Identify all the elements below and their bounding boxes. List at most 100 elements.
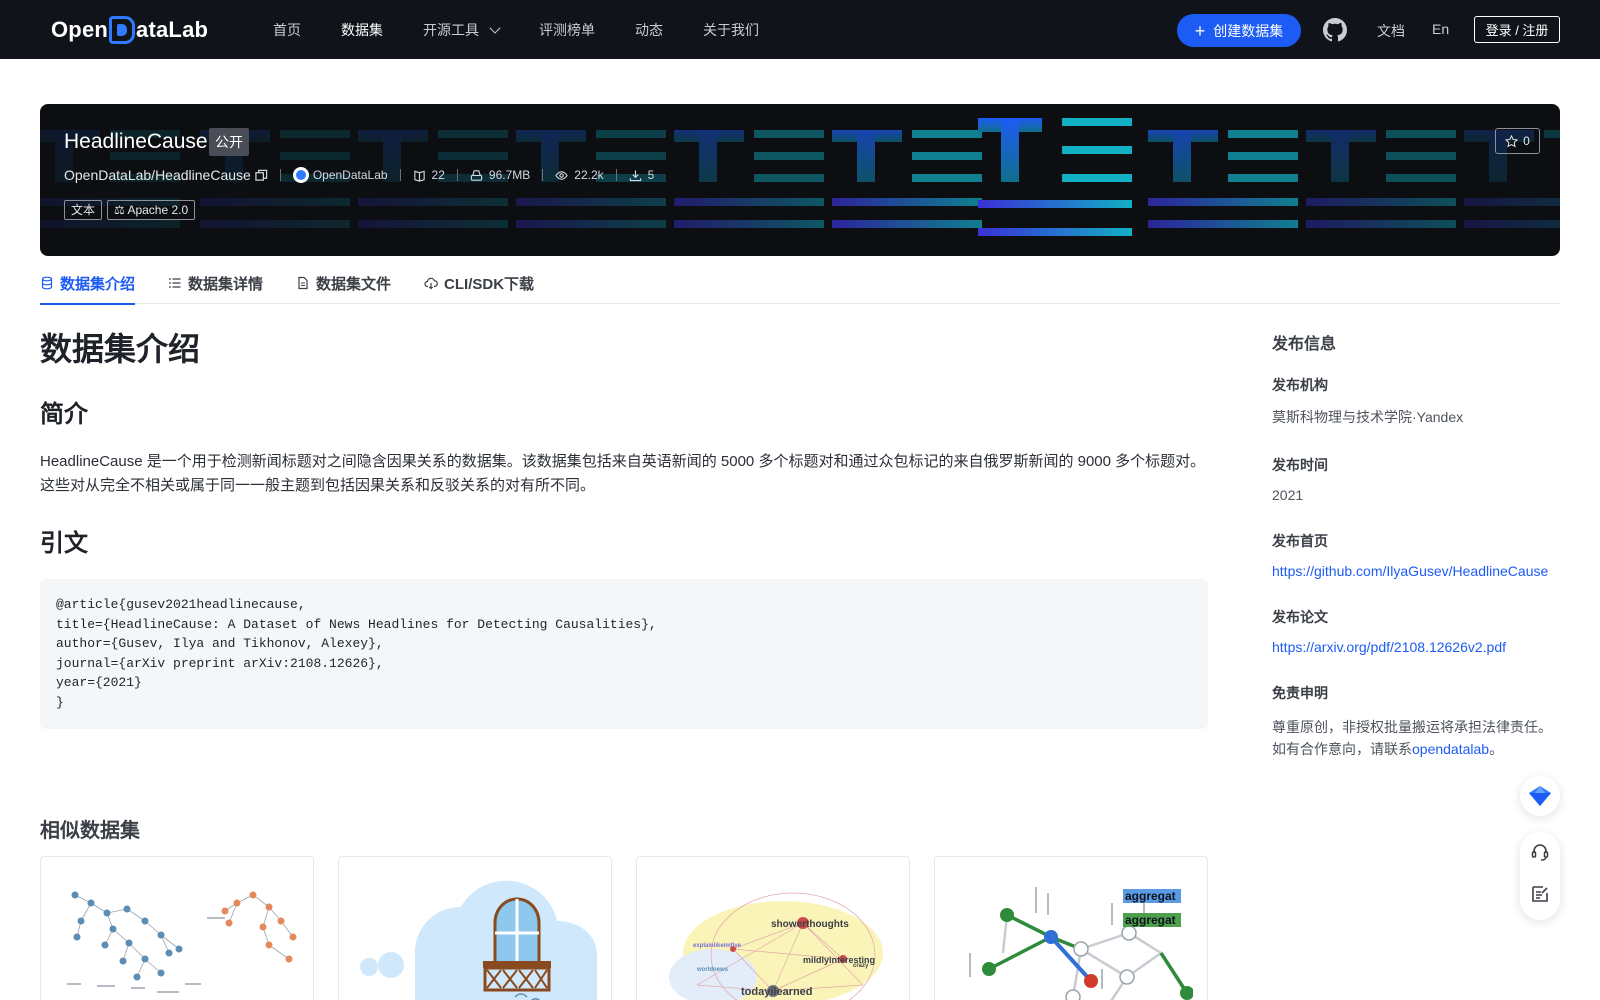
list-icon	[169, 278, 181, 288]
tab-files-label: 数据集文件	[316, 275, 392, 293]
meta-divider	[399, 169, 401, 181]
word-graph-thumbnail: showerthoughts mildlyinteresting todayil…	[669, 892, 883, 1000]
tab-cli-sdk-label: CLI/SDK下载	[444, 275, 535, 293]
homepage-link[interactable]: https://github.com/IlyaGusev/HeadlineCau…	[1272, 563, 1572, 579]
nav-item-leaderboard[interactable]: 评测榜单	[539, 20, 595, 40]
star-button[interactable]: 0	[1495, 128, 1540, 154]
star-count: 0	[1523, 134, 1530, 148]
dataset-banner: HeadlineCause 公开 OpenDataLab/HeadlineCau…	[40, 104, 1560, 256]
storage-icon	[470, 169, 483, 181]
visibility-badge: 公开	[209, 128, 249, 156]
nav-item-datasets[interactable]: 数据集	[341, 20, 383, 40]
tree-diagram-thumbnail	[67, 891, 297, 993]
similar-dataset-card[interactable]	[40, 856, 314, 1000]
dataset-path: OpenDataLab/HeadlineCause	[64, 167, 251, 183]
word-label: todayilearned	[741, 986, 813, 998]
summary-heading: 简介	[40, 401, 88, 428]
docs-link[interactable]: 文档	[1377, 21, 1405, 41]
word-label: showerthoughts	[771, 919, 849, 930]
tab-details-label: 数据集详情	[188, 275, 264, 293]
nav-item-tools[interactable]: 开源工具	[423, 20, 501, 40]
nav-item-news[interactable]: 动态	[635, 20, 663, 40]
nav-menu: 首页 数据集 开源工具 评测榜单 动态 关于我们	[273, 0, 799, 59]
tab-details[interactable]: 数据集详情	[168, 262, 263, 304]
citation-code[interactable]: @article{gusev2021headlinecause, title={…	[40, 579, 1208, 729]
tab-cli-sdk[interactable]: CLI/SDK下载	[424, 262, 534, 304]
download-count: 5	[647, 168, 655, 182]
org-value: 莫斯科物理与技术学院·Yandex	[1272, 409, 1464, 425]
summary-text: HeadlineCause 是一个用于检测新闻标题对之间隐含因果关系的数据集。该…	[40, 453, 1206, 494]
support-tools	[1520, 832, 1560, 920]
scale-icon: ⚖	[114, 203, 125, 217]
logo-text-right: ataLab	[136, 17, 209, 42]
copy-icon[interactable]	[255, 169, 268, 182]
dataset-tags: 文本 ⚖ Apache 2.0	[64, 200, 200, 220]
diamond-logo-icon	[1529, 786, 1551, 806]
word-label: worldnews	[696, 967, 729, 973]
meta-divider	[542, 169, 544, 181]
word-label: explainlikeimfive	[693, 943, 742, 949]
dataset-tabs: 数据集介绍 数据集详情 数据集文件 CLI/SDK下载	[40, 262, 1560, 305]
lang-switch[interactable]: En	[1432, 21, 1449, 37]
disclaimer-prefix: 如有合作意向，请联系	[1272, 741, 1412, 757]
nav-item-about[interactable]: 关于我们	[703, 20, 759, 40]
dataset-meta: OpenDataLab/HeadlineCause OpenDataLab 22…	[64, 166, 654, 184]
tag-license[interactable]: ⚖ Apache 2.0	[107, 200, 196, 220]
meta-divider	[456, 169, 458, 181]
network-graph-thumbnail: aggregat aggregat	[969, 887, 1193, 1000]
dataset-title: HeadlineCause	[64, 130, 208, 153]
download-icon	[629, 169, 641, 181]
time-label: 发布时间	[1272, 457, 1328, 473]
publish-info: 发布信息 发布机构 莫斯科物理与技术学院·Yandex 发布时间 2021 发布…	[1272, 330, 1572, 760]
eye-icon	[555, 170, 568, 180]
org-avatar	[292, 167, 309, 183]
logo[interactable]: Open ataLab	[51, 14, 208, 46]
assistant-button[interactable]	[1520, 776, 1560, 816]
meta-divider	[615, 169, 617, 181]
database-icon	[41, 276, 53, 290]
disclaimer-line2: 如有合作意向，请联系opendatalab。	[1272, 738, 1572, 760]
top-nav: Open ataLab 首页 数据集 开源工具 评测榜单 动态 关于我们 + 创…	[0, 0, 1600, 59]
org-name[interactable]: OpenDataLab	[313, 168, 388, 182]
login-button[interactable]: 登录 / 注册	[1474, 16, 1560, 43]
publish-info-title: 发布信息	[1272, 336, 1337, 353]
graph-label: aggregat	[1125, 889, 1176, 903]
tab-intro-label: 数据集介绍	[60, 275, 136, 293]
tag-modality[interactable]: 文本	[64, 200, 103, 220]
disclaimer-label: 免责申明	[1272, 685, 1328, 701]
disclaimer-text: 尊重原创，非授权批量搬运将承担法律责任。 如有合作意向，请联系opendatal…	[1272, 716, 1572, 760]
similar-dataset-card[interactable]: aggregat aggregat	[934, 856, 1208, 1000]
graph-label: aggregat	[1125, 913, 1176, 927]
feedback-icon[interactable]	[1530, 884, 1550, 904]
tab-intro[interactable]: 数据集介绍	[40, 262, 136, 305]
view-count: 22.2k	[574, 168, 604, 182]
nav-item-tools-label: 开源工具	[423, 21, 479, 38]
logo-text-left: Open	[51, 17, 109, 42]
nav-item-home[interactable]: 首页	[273, 20, 301, 40]
tag-license-label: Apache 2.0	[127, 203, 189, 217]
cloud-window-thumbnail	[360, 880, 597, 1000]
files-icon	[413, 170, 425, 182]
create-dataset-button[interactable]: + 创建数据集	[1177, 14, 1301, 47]
chevron-down-icon	[489, 21, 501, 34]
citation-heading: 引文	[40, 530, 88, 557]
homepage-label: 发布首页	[1272, 533, 1328, 549]
contact-link[interactable]: opendatalab	[1412, 741, 1489, 757]
meta-divider	[279, 169, 281, 181]
plus-icon: +	[1194, 20, 1206, 41]
paper-link[interactable]: https://arxiv.org/pdf/2108.12626v2.pdf	[1272, 639, 1572, 655]
file-icon	[298, 276, 308, 290]
similar-dataset-card[interactable]: showerthoughts mildlyinteresting todayil…	[636, 856, 910, 1000]
page-title: 数据集介绍	[40, 331, 201, 367]
time-value: 2021	[1272, 487, 1304, 503]
tab-files[interactable]: 数据集文件	[296, 262, 391, 304]
star-icon	[1505, 134, 1519, 147]
headset-icon[interactable]	[1530, 842, 1550, 862]
github-icon[interactable]	[1323, 18, 1347, 42]
file-count: 22	[431, 168, 445, 182]
disclaimer-suffix: 。	[1489, 741, 1504, 757]
similar-dataset-card[interactable]	[338, 856, 612, 1000]
dataset-size: 96.7MB	[488, 168, 531, 182]
create-dataset-label: 创建数据集	[1213, 22, 1284, 39]
disclaimer-line1: 尊重原创，非授权批量搬运将承担法律责任。	[1272, 719, 1552, 735]
